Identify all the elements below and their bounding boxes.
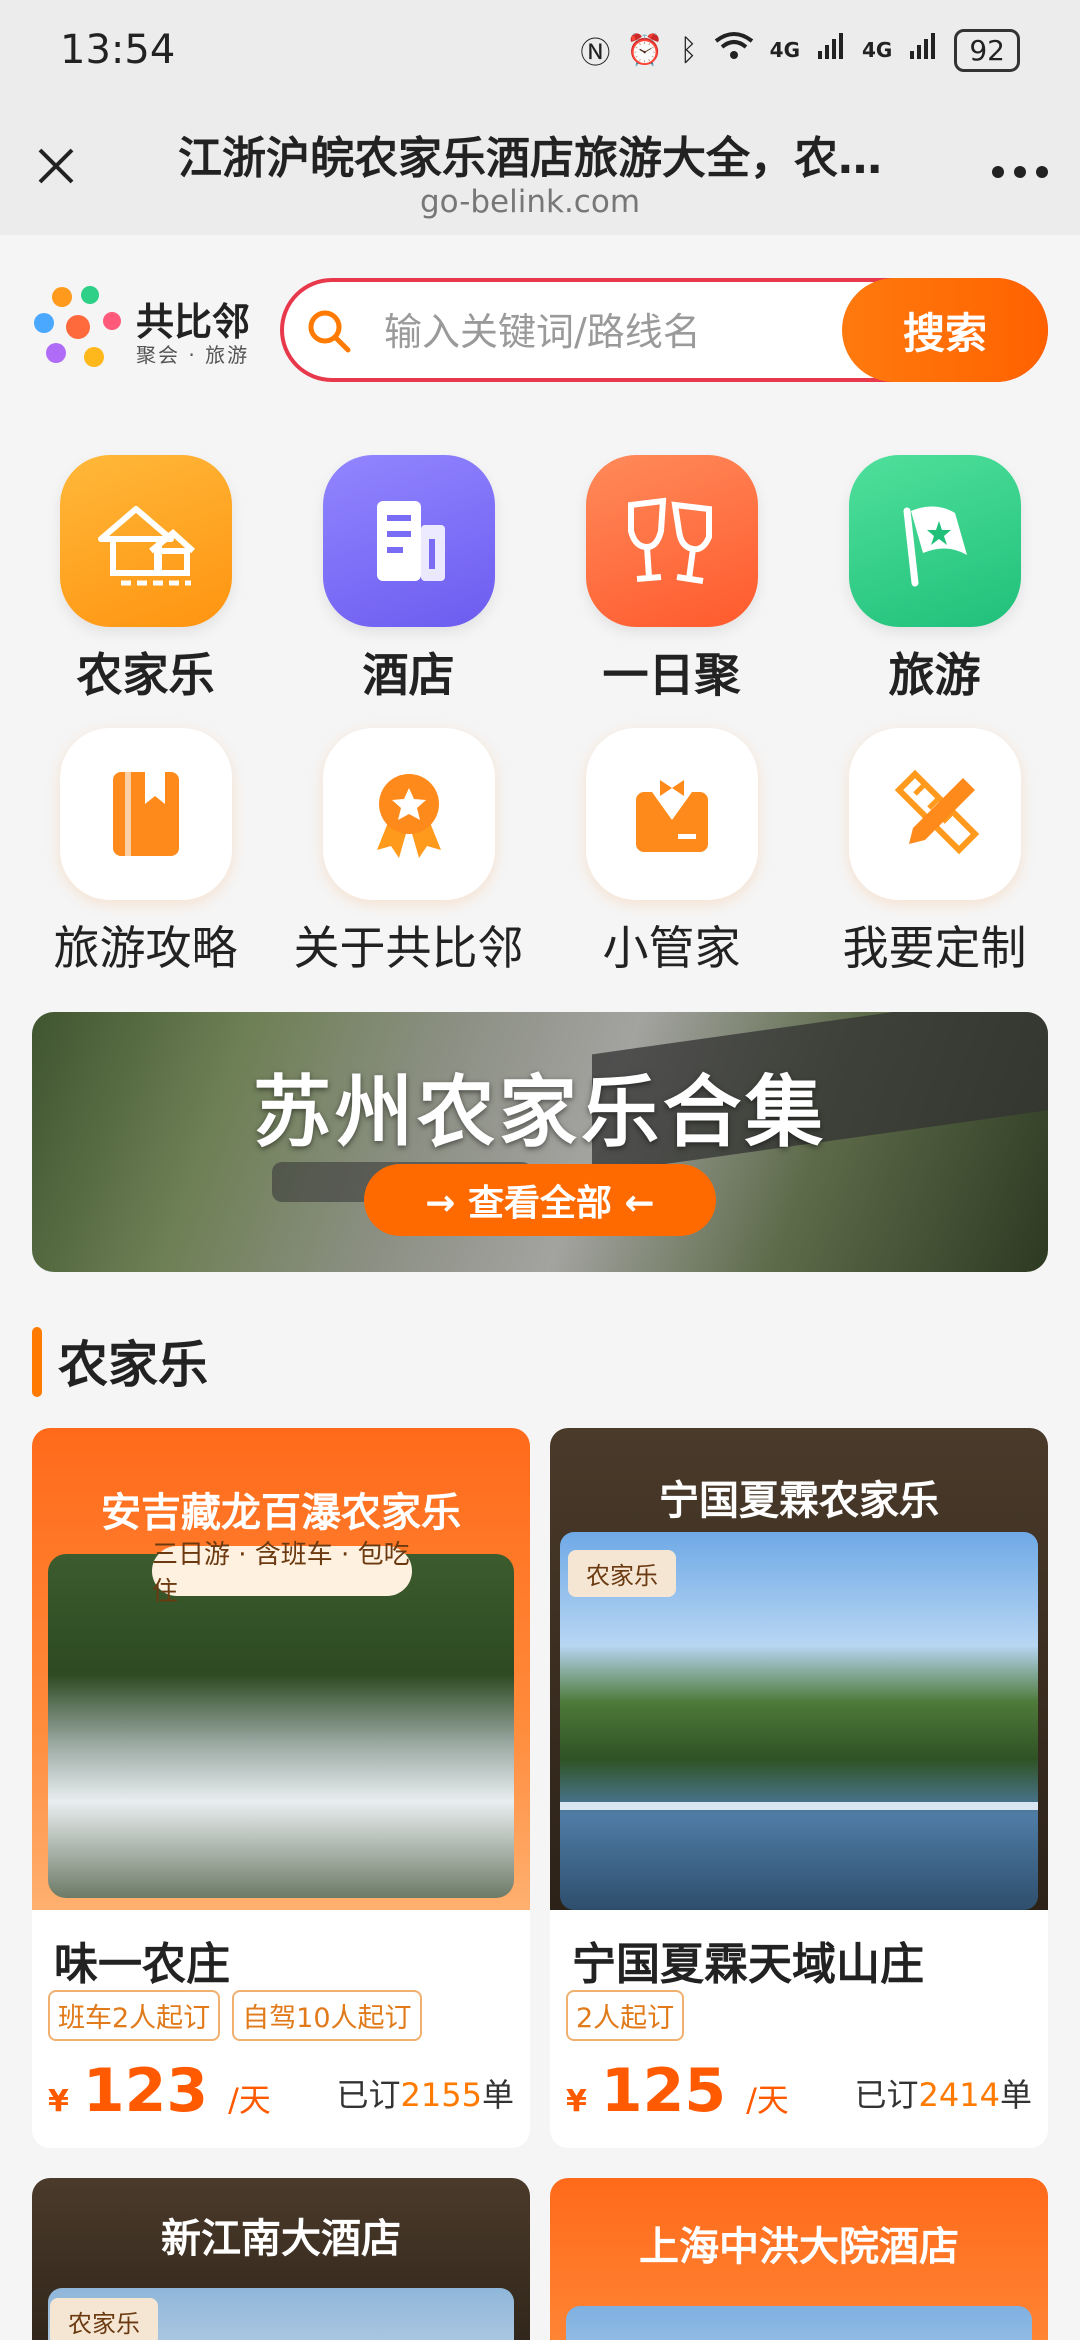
- photo-tag: 农家乐: [568, 1550, 676, 1597]
- listing-tags: 2人起订: [566, 1990, 685, 2041]
- category-label: 农家乐: [76, 648, 215, 702]
- listing-image-title: 宁国夏霖农家乐: [659, 1478, 939, 1524]
- category-label: 旅游: [888, 648, 981, 702]
- listing-price: ¥ 125 /天: [566, 2056, 789, 2126]
- wifi-icon: [714, 31, 754, 69]
- category-travel[interactable]: 旅游: [805, 455, 1065, 705]
- guidebook-icon: [59, 728, 232, 900]
- banner-title: 苏州农家乐合集: [252, 1068, 827, 1158]
- farmhouse-icon: [59, 455, 232, 627]
- listing-tags: 班车2人起订 自驾10人起订: [48, 1990, 422, 2041]
- search-icon: [308, 310, 351, 353]
- webview-title-bar: 江浙沪皖农家乐酒店旅游大全，农… go-belink.com: [0, 100, 1080, 235]
- listing-tag: 2人起订: [566, 1990, 685, 2041]
- listing-image-title: 安吉藏龙百瀑农家乐: [101, 1490, 461, 1536]
- search-button[interactable]: 搜索: [842, 278, 1048, 382]
- brand-name: 共比邻: [136, 300, 251, 344]
- lake-photo: 农家乐: [560, 1532, 1038, 1910]
- status-icons: Ⓝ ⏰ ᛒ 4G 4G 92: [580, 28, 1020, 72]
- page-url: go-belink.com: [419, 184, 641, 220]
- sold-count: 已订2414单: [855, 2070, 1032, 2116]
- sold-prefix: 已订: [336, 2076, 401, 2114]
- status-bar: 13:54 Ⓝ ⏰ ᛒ 4G 4G 92: [0, 0, 1080, 100]
- sold-number: 2155: [400, 2076, 482, 2114]
- view-all-button[interactable]: → 查看全部 ←: [364, 1164, 716, 1236]
- price-unit: /天: [746, 2081, 789, 2119]
- nfc-icon: Ⓝ: [580, 36, 611, 71]
- listing-name: 宁国夏霖天域山庄: [572, 1939, 924, 1990]
- category-guides[interactable]: 旅游攻略: [16, 728, 276, 978]
- sold-number: 2414: [918, 2076, 1000, 2114]
- signal-label-1: 4G: [769, 38, 801, 62]
- page-title: 江浙沪皖农家乐酒店旅游大全，农…: [178, 133, 882, 184]
- currency-symbol: ¥: [566, 2084, 587, 2119]
- butler-icon: [585, 728, 758, 900]
- battery-icon: 92: [954, 28, 1020, 72]
- promo-banner[interactable]: 苏州农家乐合集 → 查看全部 ←: [32, 1012, 1048, 1272]
- sold-suffix: 单: [481, 2076, 514, 2114]
- main-category-grid: 农家乐 酒店 一日聚 旅游: [0, 455, 1080, 705]
- listing-image-badge: 三日游 · 含班车 · 包吃住: [152, 1540, 412, 1607]
- category-label: 酒店: [362, 648, 455, 702]
- category-label: 小管家: [602, 921, 741, 975]
- search-input[interactable]: [384, 304, 824, 360]
- listing-image-title: 上海中洪大院酒店: [639, 2224, 959, 2270]
- signal-icon: [908, 31, 938, 69]
- category-about[interactable]: 关于共比邻: [279, 728, 539, 978]
- category-label: 旅游攻略: [53, 921, 238, 975]
- sold-count: 已订2155单: [337, 2070, 514, 2116]
- price-unit: /天: [228, 2081, 271, 2119]
- sold-suffix: 单: [999, 2076, 1032, 2114]
- hotel-photo: [566, 2306, 1032, 2340]
- listing-price: ¥ 123 /天: [48, 2056, 271, 2126]
- more-menu-button[interactable]: [990, 140, 1050, 180]
- price-value: 123: [82, 2056, 209, 2126]
- category-label: 我要定制: [842, 921, 1027, 975]
- listing-image: 安吉藏龙百瀑农家乐 三日游 · 含班车 · 包吃住: [32, 1428, 530, 1910]
- brand-logo[interactable]: 共比邻 聚会 · 旅游: [32, 283, 252, 375]
- award-medal-icon: [322, 728, 495, 900]
- listing-card[interactable]: 安吉藏龙百瀑农家乐 三日游 · 含班车 · 包吃住 味一农庄 班车2人起订 自驾…: [32, 1428, 530, 2148]
- photo-tag: 农家乐: [50, 2298, 158, 2340]
- signal-icon: [816, 31, 846, 69]
- brand-tagline: 聚会 · 旅游: [136, 343, 250, 367]
- category-hotel[interactable]: 酒店: [279, 455, 539, 705]
- flag-icon: [848, 455, 1021, 627]
- listing-image: 宁国夏霖农家乐 农家乐: [550, 1428, 1048, 1910]
- wine-glasses-icon: [585, 455, 758, 627]
- status-time: 13:54: [60, 27, 176, 73]
- section-accent-bar: [32, 1327, 42, 1397]
- listing-card[interactable]: 上海中洪大院酒店: [550, 2178, 1048, 2340]
- listing-card[interactable]: 新江南大酒店 农家乐: [32, 2178, 530, 2340]
- search-box: 搜索: [280, 278, 1048, 382]
- brand-logo-icon: [34, 286, 121, 367]
- listing-name: 味一农庄: [54, 1939, 230, 1990]
- currency-symbol: ¥: [48, 2084, 69, 2119]
- section-title: 农家乐: [58, 1336, 208, 1394]
- listing-tag: 自驾10人起订: [232, 1990, 422, 2041]
- close-icon: [38, 148, 74, 184]
- price-value: 125: [600, 2056, 727, 2126]
- railing-decoration: [560, 1802, 1038, 1872]
- category-label: 一日聚: [602, 648, 741, 702]
- close-button[interactable]: [28, 138, 84, 194]
- category-customize[interactable]: 我要定制: [805, 728, 1065, 978]
- listing-tag: 班车2人起订: [48, 1990, 221, 2041]
- category-farmhouse[interactable]: 农家乐: [16, 455, 276, 705]
- listing-card[interactable]: 宁国夏霖农家乐 农家乐 宁国夏霖天域山庄 2人起订 ¥ 125 /天 已订241…: [550, 1428, 1048, 2148]
- pencil-ruler-icon: [848, 728, 1021, 900]
- signal-label-2: 4G: [862, 38, 893, 62]
- category-one-day[interactable]: 一日聚: [542, 455, 802, 705]
- site-header: 共比邻 聚会 · 旅游 搜索: [0, 235, 1080, 395]
- secondary-category-grid: 旅游攻略 关于共比邻 小管家 我要定制: [0, 728, 1080, 978]
- bluetooth-icon: ᛒ: [679, 32, 698, 68]
- category-butler[interactable]: 小管家: [542, 728, 802, 978]
- sold-prefix: 已订: [854, 2076, 919, 2114]
- listing-image-title: 新江南大酒店: [161, 2216, 401, 2262]
- more-icon: [992, 166, 1048, 178]
- alarm-icon: ⏰: [626, 32, 664, 68]
- category-label: 关于共比邻: [293, 921, 524, 975]
- hotel-building-icon: [322, 455, 495, 627]
